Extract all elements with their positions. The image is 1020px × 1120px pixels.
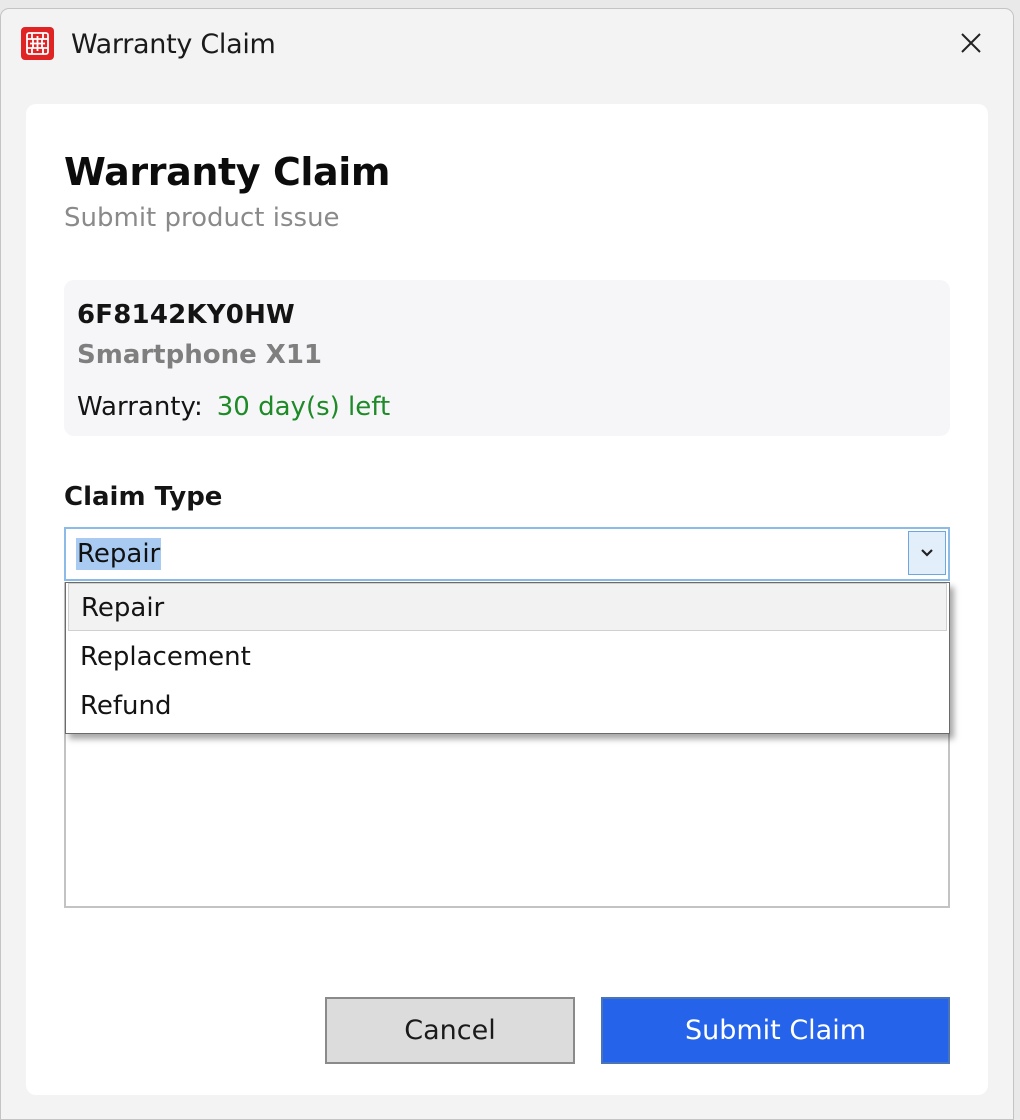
form-heading: Warranty Claim (64, 150, 391, 194)
dropdown-option-replacement[interactable]: Replacement (68, 633, 947, 681)
form-card: Warranty Claim Submit product issue 6F81… (26, 104, 988, 1095)
dropdown-option-repair[interactable]: Repair (68, 583, 947, 631)
claim-type-selected-value: Repair (76, 538, 162, 570)
title-bar[interactable]: Warranty Claim (1, 9, 1013, 81)
claim-type-dropdown-button[interactable] (908, 531, 946, 575)
claim-type-dropdown-list: Repair Replacement Refund (65, 582, 950, 734)
warranty-label: Warranty: (77, 392, 203, 422)
product-serial: 6F8142KY0HW (77, 300, 295, 330)
product-info-panel: 6F8142KY0HW Smartphone X11 Warranty: 30 … (64, 280, 950, 436)
claim-type-label: Claim Type (64, 482, 223, 512)
close-button[interactable] (949, 23, 993, 63)
close-icon (961, 33, 981, 53)
chevron-down-icon (921, 549, 933, 557)
warranty-status: Warranty: 30 day(s) left (77, 392, 390, 422)
dropdown-option-refund[interactable]: Refund (68, 682, 947, 730)
claim-type-select[interactable]: Repair (64, 527, 950, 581)
form-subheading: Submit product issue (64, 203, 340, 233)
warranty-value: 30 day(s) left (216, 392, 391, 422)
window-title: Warranty Claim (71, 29, 276, 60)
product-model: Smartphone X11 (77, 340, 323, 370)
dialog-window: Warranty Claim Warranty Claim Submit pro… (0, 8, 1014, 1120)
app-logo-icon (21, 27, 54, 60)
submit-claim-button[interactable]: Submit Claim (601, 997, 950, 1064)
cancel-button[interactable]: Cancel (325, 997, 575, 1064)
